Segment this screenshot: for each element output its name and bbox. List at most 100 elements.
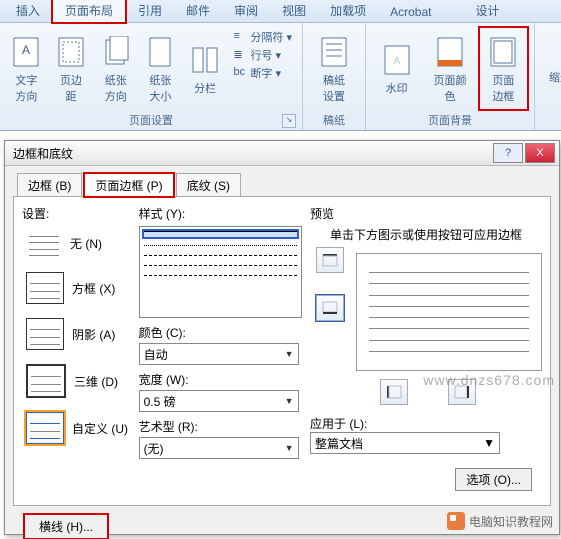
page-borders-icon (487, 36, 519, 68)
dialog-panel: 设置: 无 (N) 方框 (X) 阴影 (A) 三维 (D) 自定义 (U) (13, 196, 551, 506)
page-setup-launcher[interactable]: ↘ (282, 114, 296, 128)
apply-to-select[interactable]: 整篇文档 ▼ (310, 432, 500, 454)
tab-design[interactable]: 设计 (463, 0, 511, 22)
margins-button[interactable]: 页边距 (51, 27, 92, 110)
border-top-icon (321, 252, 339, 268)
setting-shadow[interactable]: 阴影 (A) (26, 318, 133, 350)
size-icon (144, 36, 176, 68)
dialog-tabs: 边框 (B) 页面边框 (P) 底纹 (S) (5, 166, 559, 196)
dialog-help-button[interactable]: ? (493, 143, 523, 163)
style-option-dashdot[interactable] (144, 275, 297, 277)
style-option-dashed2[interactable] (144, 265, 297, 267)
tab-page-layout[interactable]: 页面布局 (52, 0, 126, 23)
tab-addins[interactable]: 加载项 (318, 0, 378, 22)
preview-document[interactable] (356, 253, 542, 371)
color-row: 颜色 (C): 自动 ▼ (139, 324, 302, 365)
dialog-close-button[interactable]: X (525, 143, 555, 163)
dialog-title: 边框和底纹 (13, 145, 73, 162)
group-page-setup-label: 页面设置 ↘ (6, 110, 296, 130)
tab-acrobat[interactable]: Acrobat (378, 2, 443, 22)
line-numbers-icon: ≣ (233, 48, 247, 62)
orientation-icon (100, 36, 132, 68)
tab-references[interactable]: 引用 (126, 0, 174, 22)
chevron-down-icon: ▼ (285, 396, 294, 406)
hyphenation-button[interactable]: bc断字 ▾ (233, 65, 292, 81)
margins-icon (55, 36, 87, 68)
group-manuscript: 稿纸 设置 稿纸 (303, 23, 366, 130)
text-direction-button[interactable]: A 文字方向 (6, 27, 47, 110)
border-left-icon (385, 384, 403, 400)
style-label: 样式 (Y): (139, 205, 302, 222)
art-select[interactable]: (无) ▼ (139, 437, 299, 459)
manuscript-settings-button[interactable]: 稿纸 设置 (309, 27, 359, 110)
preview-top-border-button[interactable] (316, 247, 344, 273)
size-button[interactable]: 纸张大小 (140, 27, 181, 110)
ribbon-body: A 文字方向 页边距 纸张方向 纸张大小 分栏 ≡分隔符 ▾ ≣行号 ▾ (0, 23, 561, 131)
dialog-tab-shading[interactable]: 底纹 (S) (176, 173, 241, 197)
style-listbox[interactable] (139, 226, 302, 318)
text-direction-icon: A (10, 36, 42, 68)
tab-insert[interactable]: 插入 (4, 0, 52, 22)
width-row: 宽度 (W): 0.5 磅 ▼ (139, 371, 302, 412)
setting-none[interactable]: 无 (N) (26, 228, 133, 258)
watermark-text: 电脑知识教程网 (469, 513, 553, 530)
columns-button[interactable]: 分栏 (185, 27, 226, 110)
color-select[interactable]: 自动 ▼ (139, 343, 299, 365)
dialog-tab-border[interactable]: 边框 (B) (17, 173, 82, 197)
horizontal-line-button[interactable]: 横线 (H)... (24, 514, 108, 539)
art-row: 艺术型 (R): (无) ▼ (139, 418, 302, 459)
preview-column: 预览 单击下方图示或使用按钮可应用边框 (310, 205, 542, 497)
group-page-setup: A 文字方向 页边距 纸张方向 纸张大小 分栏 ≡分隔符 ▾ ≣行号 ▾ (0, 23, 303, 130)
chevron-down-icon: ▼ (285, 349, 294, 359)
style-option-solid[interactable] (144, 231, 297, 237)
indent-button[interactable]: 缩进 (541, 27, 561, 126)
page-setup-small-buttons: ≡分隔符 ▾ ≣行号 ▾ bc断字 ▾ (229, 27, 296, 110)
preview-bottom-border-button[interactable] (316, 295, 344, 321)
style-option-dashed[interactable] (144, 255, 297, 257)
dialog-tab-page-border[interactable]: 页面边框 (P) (84, 173, 173, 197)
setting-custom[interactable]: 自定义 (U) (26, 412, 133, 444)
ribbon-tab-strip: 插入 页面布局 引用 邮件 审阅 视图 加载项 Acrobat 设计 (0, 0, 561, 23)
page-color-button[interactable]: 页面颜色 (425, 27, 474, 110)
hyphenation-icon: bc (233, 66, 247, 80)
group-page-background: A 水印 页面颜色 页面 边框 页面背景 (366, 23, 535, 130)
chevron-down-icon: ▼ (483, 436, 495, 450)
style-option-dotted[interactable] (144, 245, 297, 247)
watermark-logo-icon (447, 512, 465, 530)
group-indent-label (541, 126, 561, 130)
width-select[interactable]: 0.5 磅 ▼ (139, 390, 299, 412)
watermark-url: www.dnzs678.com (423, 372, 555, 388)
svg-text:A: A (393, 56, 400, 67)
columns-icon (189, 44, 221, 76)
setting-3d[interactable]: 三维 (D) (26, 364, 133, 398)
breaks-button[interactable]: ≡分隔符 ▾ (233, 29, 292, 45)
group-indent: 缩进 (535, 23, 561, 130)
settings-label: 设置: (22, 205, 133, 222)
tab-review[interactable]: 审阅 (222, 0, 270, 22)
orientation-button[interactable]: 纸张方向 (95, 27, 136, 110)
watermark: 电脑知识教程网 (447, 512, 553, 530)
apply-to-row: 应用于 (L): 整篇文档 ▼ (310, 415, 542, 454)
watermark-icon: A (381, 44, 413, 76)
style-column: 样式 (Y): 颜色 (C): 自动 ▼ 宽度 (W): 0.5 磅 ▼ (139, 205, 302, 497)
watermark-button[interactable]: A 水印 (372, 27, 421, 110)
line-numbers-button[interactable]: ≣行号 ▾ (233, 47, 292, 63)
manuscript-icon (318, 36, 350, 68)
group-manuscript-label: 稿纸 (309, 110, 359, 130)
tab-mailings[interactable]: 邮件 (174, 0, 222, 22)
page-borders-button[interactable]: 页面 边框 (479, 27, 528, 110)
svg-text:A: A (22, 43, 30, 57)
page-color-icon (434, 36, 466, 68)
dialog-title-bar[interactable]: 边框和底纹 ? X (5, 141, 559, 166)
preview-left-border-button[interactable] (380, 379, 408, 405)
group-page-background-label: 页面背景 (372, 110, 528, 130)
setting-box[interactable]: 方框 (X) (26, 272, 133, 304)
border-bottom-icon (321, 300, 339, 316)
borders-shading-dialog: 边框和底纹 ? X 边框 (B) 页面边框 (P) 底纹 (S) 设置: 无 (… (4, 140, 560, 535)
breaks-icon: ≡ (233, 30, 247, 44)
tab-view[interactable]: 视图 (270, 0, 318, 22)
preview-label: 预览 (310, 205, 542, 222)
settings-column: 设置: 无 (N) 方框 (X) 阴影 (A) 三维 (D) 自定义 (U) (22, 205, 133, 497)
chevron-down-icon: ▼ (285, 443, 294, 453)
options-button[interactable]: 选项 (O)... (455, 468, 532, 491)
